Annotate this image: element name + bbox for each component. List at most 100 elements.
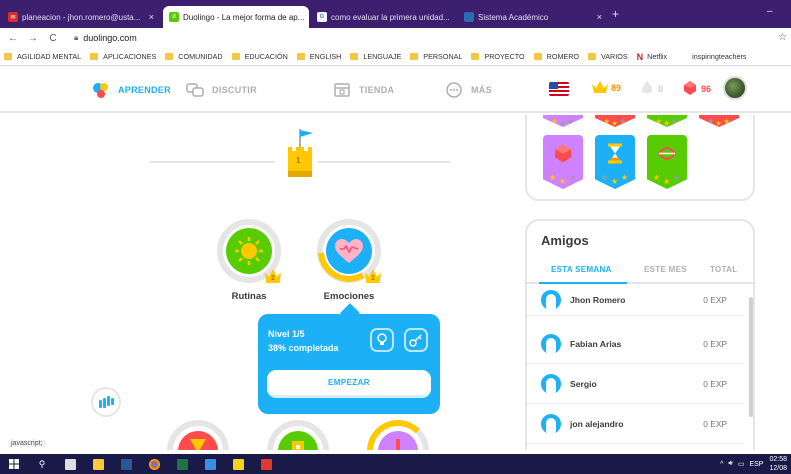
friend-row[interactable]: Jhon Romero 0 EXP <box>527 284 743 316</box>
lock-icon[interactable]: 🔒︎ <box>74 33 78 43</box>
achievement-badge[interactable]: ★ ★ ★ <box>543 115 583 127</box>
tab-label: planeacion - jhon.romero@usta... <box>22 12 141 22</box>
skill-progress-ring: 2 <box>217 219 281 283</box>
clock[interactable]: 02:58 12/08 <box>769 455 787 473</box>
friend-name: Sergio <box>570 378 597 389</box>
bookmark-folder[interactable]: PROYECTO <box>471 52 525 61</box>
achievements-card: ★ ★ ★ ★ ★ ★ ★ ★ ★ ★ ★ ★ ★ ★ ★ ★ ★ ★ ★ ★ ★ <box>525 115 755 201</box>
achievement-badge-hourglass[interactable]: ★ ★ ★ <box>595 135 635 189</box>
friend-row[interactable]: Fabian Arias 0 EXP <box>527 324 743 364</box>
tab-total[interactable]: TOTAL <box>710 265 737 274</box>
input-language[interactable]: ESP <box>749 461 763 468</box>
word-icon[interactable] <box>112 454 140 474</box>
tips-lightbulb-button[interactable] <box>370 328 394 352</box>
forward-icon[interactable]: → <box>26 33 40 44</box>
bookmark-netflix[interactable]: N Netflix <box>637 52 667 62</box>
tab-close-icon[interactable]: × <box>304 12 309 22</box>
bookmark-folder[interactable]: LENGUAJE <box>350 52 401 61</box>
back-icon[interactable]: ← <box>6 33 20 44</box>
language-flag-us[interactable] <box>549 82 569 96</box>
tab-close-icon[interactable]: × <box>450 12 455 22</box>
nav-mas[interactable]: MÁS <box>445 82 492 98</box>
bookmarks-bar: AGILIDAD MENTAL APLICACIONES COMUNIDAD E… <box>0 48 791 66</box>
chat-bubbles-icon <box>186 82 204 98</box>
nav-tienda[interactable]: TIENDA <box>333 82 394 98</box>
network-icon[interactable]: ▭ <box>738 460 745 468</box>
duolingo-icon: d <box>169 12 179 22</box>
bookmark-folder[interactable]: AGILIDAD MENTAL <box>4 52 81 61</box>
tray-chevron-icon[interactable]: ^ <box>720 461 723 468</box>
achievement-badge[interactable]: ★ ★ ★ <box>647 115 687 127</box>
bookmark-folder[interactable]: ROMERO <box>533 52 579 61</box>
friend-row[interactable]: Sergio 0 EXP <box>527 364 743 404</box>
search-icon[interactable]: ⚲ <box>28 454 56 474</box>
friend-avatar <box>541 333 561 354</box>
friend-name: jon alejandro <box>570 418 624 429</box>
hourglass-icon <box>178 431 218 450</box>
tab-este-mes[interactable]: ESTE MES <box>644 265 687 274</box>
skill-locked[interactable] <box>167 420 229 450</box>
volume-icon[interactable]: 🔊︎ <box>728 460 732 468</box>
achievement-badge-gem[interactable]: ★ ★ ★ <box>543 135 583 189</box>
bookmark-folder[interactable]: PERSONAL <box>410 52 462 61</box>
pdf-icon[interactable] <box>252 454 280 474</box>
folder-icon <box>165 53 174 60</box>
netflix-icon: N <box>636 51 644 62</box>
chrome-icon[interactable] <box>140 454 168 474</box>
lingots-value: 0 <box>658 84 664 94</box>
friend-row[interactable]: jon alejandro 0 EXP <box>527 404 743 444</box>
popup-level: Nivel 1/5 <box>268 329 305 339</box>
nav-aprender[interactable]: APRENDER <box>92 82 171 98</box>
skill-rutinas[interactable]: 2 Rutinas <box>217 219 281 302</box>
checkpoint-castle[interactable]: 1 <box>283 127 317 186</box>
practice-dumbbell-button[interactable] <box>91 387 121 417</box>
skill-locked[interactable] <box>367 420 429 450</box>
folder-icon <box>533 53 542 60</box>
bookmark-folder[interactable]: VARIOS <box>588 52 628 61</box>
bookmark-label: Netflix <box>647 52 668 61</box>
app-icon[interactable] <box>196 454 224 474</box>
reload-icon[interactable]: C <box>46 33 60 44</box>
gems-counter[interactable]: 96 <box>684 81 711 97</box>
tab-gmail[interactable]: ✉ planeacion - jhon.romero@usta... × <box>2 6 160 28</box>
user-avatar[interactable] <box>723 76 747 100</box>
achievement-badge-bow[interactable]: ★ ★ ★ <box>647 135 687 189</box>
bookmark-label: COMUNIDAD <box>178 52 223 61</box>
new-tab-button[interactable]: + <box>612 7 619 21</box>
windows-start-icon[interactable] <box>0 454 28 474</box>
calculator-icon[interactable] <box>56 454 84 474</box>
bookmark-folder[interactable]: APLICACIONES <box>90 52 156 61</box>
flame-icon <box>641 81 653 97</box>
bookmark-folder[interactable]: ENGLISH <box>296 52 341 61</box>
tab-duolingo[interactable]: d Duolingo - La mejor forma de ap... × <box>163 6 309 28</box>
lingots-counter[interactable]: 0 <box>641 81 663 97</box>
tab-esta-semana[interactable]: ESTA SEMANA <box>551 265 612 274</box>
bookmark-folder[interactable]: COMUNIDAD <box>165 52 223 61</box>
skill-emociones[interactable]: 1 Emociones <box>317 219 381 302</box>
friend-row[interactable] <box>527 444 743 450</box>
tab-google-search[interactable]: G como evaluar la primera unidad... × <box>311 6 455 28</box>
streak-counter[interactable]: 89 <box>592 81 621 95</box>
friends-scrollbar[interactable] <box>749 297 753 417</box>
friend-avatar <box>541 373 561 394</box>
test-out-key-button[interactable] <box>404 328 428 352</box>
windows-taskbar: ⚲ ^ 🔊︎ ▭ ESP 02:58 12/08 <box>0 454 791 474</box>
nav-discutir[interactable]: DISCUTIR <box>186 82 257 98</box>
excel-icon[interactable] <box>168 454 196 474</box>
file-explorer-icon[interactable] <box>84 454 112 474</box>
bookmark-folder[interactable]: EDUCACIÓN <box>231 52 288 61</box>
tab-sistema-academico[interactable]: Sistema Académico × <box>458 6 608 28</box>
more-dots-icon <box>445 82 463 98</box>
skill-locked[interactable] <box>267 420 329 450</box>
bookmark-inspiringteachers[interactable]: inspiringteachers <box>692 52 746 61</box>
minimize-button[interactable]: – <box>767 6 773 17</box>
start-lesson-button[interactable]: EMPEZAR <box>267 370 431 398</box>
bookmark-star-icon[interactable]: ☆ <box>778 32 787 43</box>
tab-close-icon[interactable]: × <box>591 12 602 22</box>
url-field[interactable]: duolingo.com <box>83 33 137 43</box>
crown-icon <box>592 81 608 95</box>
achievement-badge[interactable]: ★ ★ ★ <box>699 115 739 127</box>
tab-close-icon[interactable]: × <box>143 12 154 22</box>
achievement-badge[interactable]: ★ ★ ★ <box>595 115 635 127</box>
app-icon[interactable] <box>224 454 252 474</box>
